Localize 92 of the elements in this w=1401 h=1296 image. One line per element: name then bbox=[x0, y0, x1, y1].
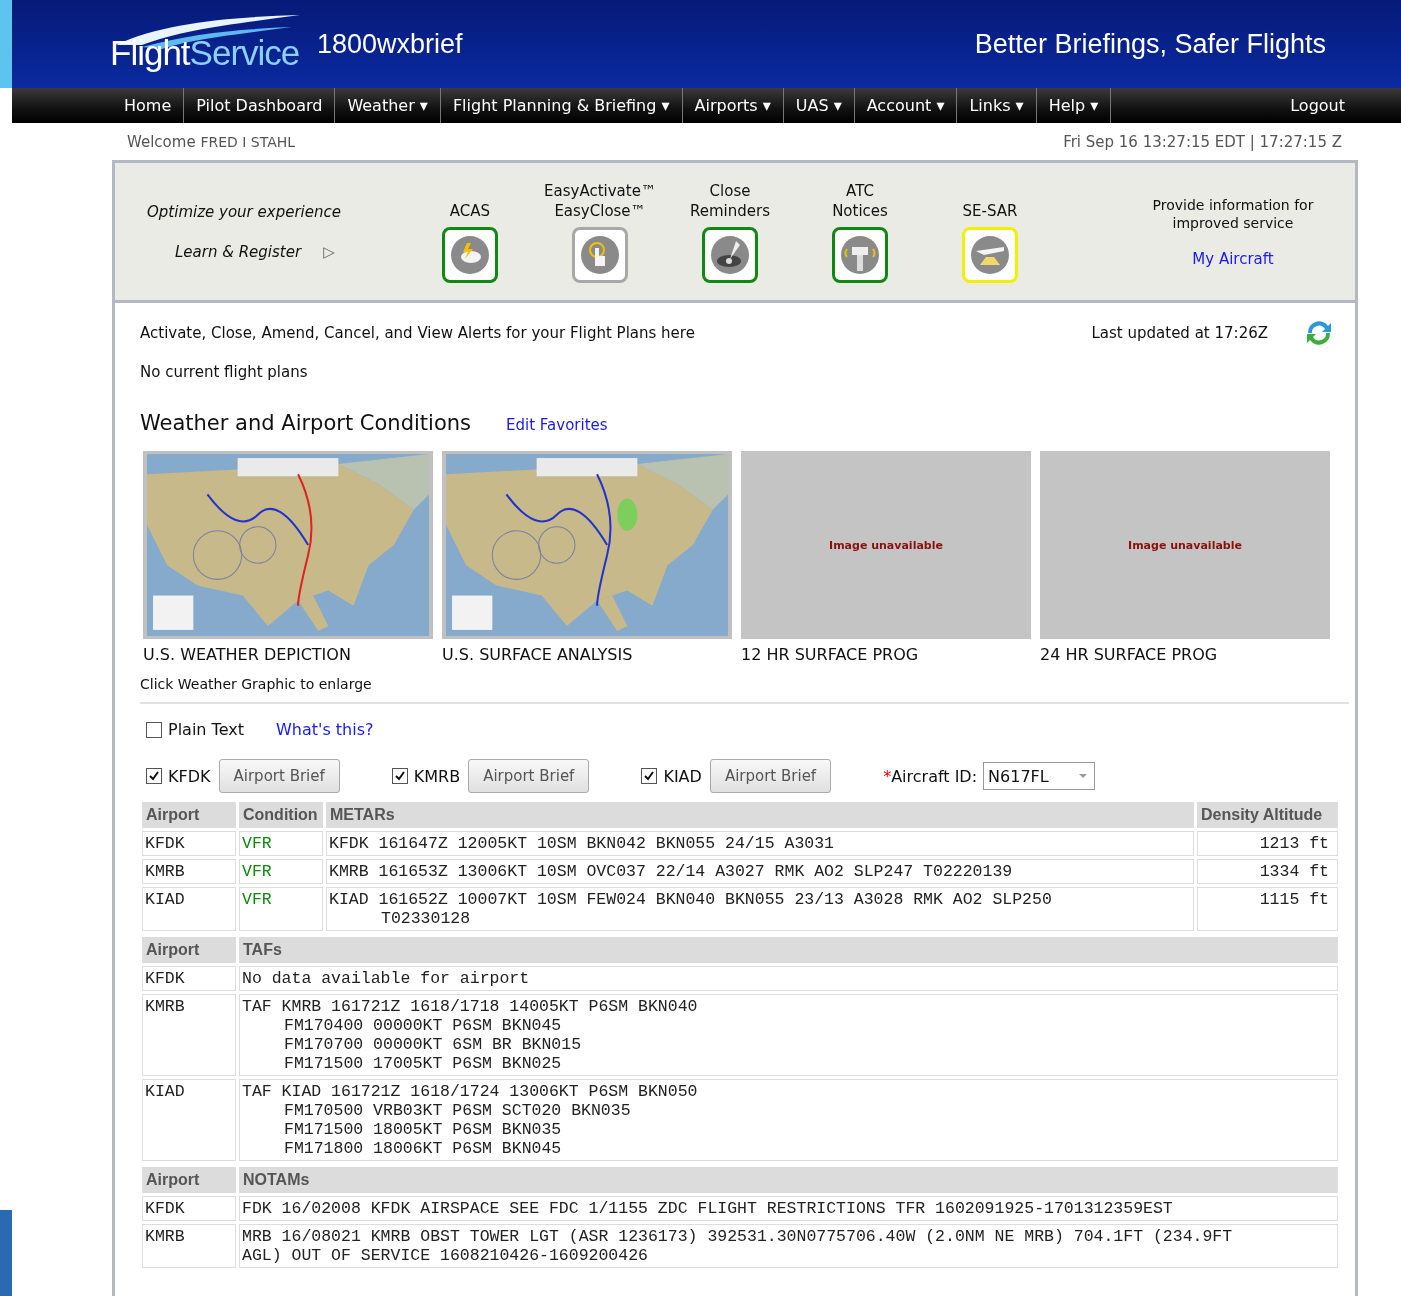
table-cell: 1115 ft bbox=[1197, 887, 1338, 931]
hint-text: Click Weather Graphic to enlarge bbox=[140, 676, 373, 692]
column-header: TAFs bbox=[239, 937, 1338, 963]
nav-item[interactable]: Weather ▾ bbox=[335, 88, 441, 123]
table-cell: TAF KIAD 161721Z 1618/1724 13006KT P6SM BKN050 FM170500 VRB03KT P6SM SCT020 BKN035 FM171500 18005KT P6SM BKN035 FM171800 18006KT P6SM BKN045 bbox=[239, 1079, 1338, 1161]
graphic-caption: U.S. WEATHER DEPICTION bbox=[143, 645, 352, 664]
table-cell: VFR bbox=[239, 887, 323, 931]
graphic-caption: 12 HR SURFACE PROG bbox=[741, 645, 920, 664]
table-cell: KMRB 161653Z 13006KT 10SM OVC037 22/14 A3027 RMK AO2 SLP247 T02220139 bbox=[326, 859, 1194, 884]
checkbox[interactable] bbox=[146, 721, 162, 738]
feature-label: ATC Notices bbox=[832, 180, 888, 221]
feature-button[interactable] bbox=[832, 226, 888, 283]
cloud-icon bbox=[450, 234, 490, 275]
table-cell: KFDK bbox=[142, 831, 236, 856]
airport-code[interactable]: KIAD bbox=[663, 766, 702, 786]
register-link[interactable]: Learn & Register bbox=[175, 242, 302, 261]
nav-item[interactable]: UAS ▾ bbox=[783, 88, 855, 123]
column-header: Density Altitude bbox=[1197, 802, 1338, 828]
table-cell: 1213 ft bbox=[1197, 831, 1338, 856]
section-title: Weather and Airport Conditions bbox=[140, 411, 471, 435]
nav-item[interactable]: Home bbox=[112, 88, 185, 123]
unavailable-message: Image unavailable bbox=[829, 538, 943, 552]
aircraft-id-field[interactable]: N617FL bbox=[983, 762, 1096, 790]
airport-code[interactable]: KFDK bbox=[168, 766, 211, 786]
nav-item[interactable]: Pilot Dashboard bbox=[184, 88, 336, 123]
table-cell: VFR bbox=[239, 859, 323, 884]
image-placeholder[interactable]: Image unavailable bbox=[741, 451, 1031, 639]
flight-plans-status: No current flight plans bbox=[140, 363, 309, 381]
feature-label: SE-SAR bbox=[962, 200, 1018, 221]
disc-icon bbox=[710, 234, 750, 275]
pointer-hand-icon bbox=[580, 234, 620, 275]
plane-icon bbox=[970, 234, 1010, 275]
table-cell: KFDK bbox=[142, 1196, 236, 1221]
column-header: METARs bbox=[326, 802, 1194, 828]
tower-icon bbox=[840, 234, 880, 275]
site-name: 1800wxbrief bbox=[317, 28, 463, 60]
column-header: NOTAMs bbox=[239, 1167, 1338, 1193]
airport-brief-button[interactable]: Airport Brief bbox=[468, 759, 590, 793]
nav-item[interactable]: Flight Planning & Briefing ▾ bbox=[440, 88, 683, 123]
table-cell: TAF KMRB 161721Z 1618/1718 14005KT P6SM BKN040 FM170400 00000KT P6SM BKN045 FM170700 00000KT 6SM BR BKN015 FM171500 17005KT P6SM BKN025 bbox=[239, 994, 1338, 1076]
table-cell: VFR bbox=[239, 831, 323, 856]
arrow-icon[interactable]: ▷ bbox=[323, 242, 335, 261]
date-time: Fri Sep 16 13:27:15 EDT | 17:27:15 Z bbox=[1063, 132, 1342, 151]
nav-item[interactable]: Help ▾ bbox=[1036, 88, 1112, 123]
tagline: Better Briefings, Safer Flights bbox=[974, 28, 1326, 60]
checkbox-label[interactable]: Plain Text bbox=[168, 720, 244, 739]
airport-brief-button[interactable]: Airport Brief bbox=[218, 759, 340, 793]
table-cell: KIAD bbox=[142, 1079, 236, 1161]
table-cell: FDK 16/02008 KFDK AIRSPACE SEE FDC 1/1155 ZDC FLIGHT RESTRICTIONS TFR 1602091925-1701312359EST bbox=[239, 1196, 1338, 1221]
table-cell: MRB 16/08021 KMRB OBST TOWER LGT (ASR 1236173) 392531.30N0775706.40W (2.0NM NE MRB) 704.1FT (234.9FT AGL) OUT OF SERVICE 1608210426-1609200426 bbox=[239, 1224, 1338, 1268]
feature-button[interactable] bbox=[702, 226, 758, 283]
feature-label: ACAS bbox=[449, 200, 491, 221]
welcome-text: Welcome FRED I STAHL bbox=[127, 132, 296, 151]
table-cell: KMRB bbox=[142, 1224, 236, 1268]
checkbox[interactable] bbox=[146, 768, 162, 784]
table-cell: No data available for airport bbox=[239, 966, 1338, 991]
table-cell: KMRB bbox=[142, 994, 236, 1076]
logo-text[interactable]: FlightService bbox=[110, 33, 300, 79]
graphic-caption: U.S. SURFACE ANALYSIS bbox=[442, 645, 634, 664]
help-link[interactable]: What's this? bbox=[275, 720, 374, 739]
table-cell: KMRB bbox=[142, 859, 236, 884]
feature-button[interactable] bbox=[442, 226, 498, 283]
checkbox[interactable] bbox=[641, 768, 658, 784]
nav-item[interactable]: Links ▾ bbox=[957, 88, 1037, 123]
logout-link[interactable]: Logout bbox=[1111, 88, 1401, 123]
edit-favorites-link[interactable]: Edit Favorites bbox=[506, 416, 608, 434]
column-header: Airport bbox=[142, 937, 236, 963]
promo-info: Provide information for improved service bbox=[1152, 195, 1314, 232]
table-cell: KIAD 161652Z 10007KT 10SM FEW024 BKN040 BKN055 23/13 A3028 RMK AO2 SLP250 T02330128 bbox=[326, 887, 1194, 931]
nav-item[interactable]: Account ▾ bbox=[854, 88, 958, 123]
table-cell: KFDK bbox=[142, 966, 236, 991]
feature-label: EasyActivate™ EasyClose™ bbox=[544, 180, 656, 221]
column-header: Airport bbox=[142, 1167, 236, 1193]
promo-title: Optimize your experience bbox=[147, 202, 342, 221]
image-placeholder[interactable]: Image unavailable bbox=[1040, 451, 1330, 639]
dropdown-icon[interactable] bbox=[1078, 773, 1089, 779]
table-cell: 1334 ft bbox=[1197, 859, 1338, 884]
column-header: Condition bbox=[239, 802, 323, 828]
nav-item[interactable]: Airports ▾ bbox=[682, 88, 784, 123]
airport-brief-button[interactable]: Airport Brief bbox=[709, 759, 832, 793]
table-cell: KIAD bbox=[142, 887, 236, 931]
my-aircraft-link[interactable]: My Aircraft bbox=[1192, 249, 1274, 268]
table-cell: KFDK 161647Z 12005KT 10SM BKN042 BKN055 24/15 A3031 bbox=[326, 831, 1194, 856]
flight-plans-message: Activate, Close, Amend, Cancel, and View Alerts for your Flight Plans here bbox=[140, 324, 695, 342]
column-header: Airport bbox=[142, 802, 236, 828]
airport-code[interactable]: KMRB bbox=[413, 766, 461, 786]
feature-label: Close Reminders bbox=[690, 180, 770, 221]
aircraft-id-label: *Aircraft ID: bbox=[883, 766, 978, 786]
last-updated: Last updated at 17:26Z bbox=[1091, 324, 1268, 342]
checkbox[interactable] bbox=[391, 768, 408, 784]
unavailable-message: Image unavailable bbox=[1128, 538, 1242, 552]
graphic-caption: 24 HR SURFACE PROG bbox=[1040, 645, 1219, 664]
